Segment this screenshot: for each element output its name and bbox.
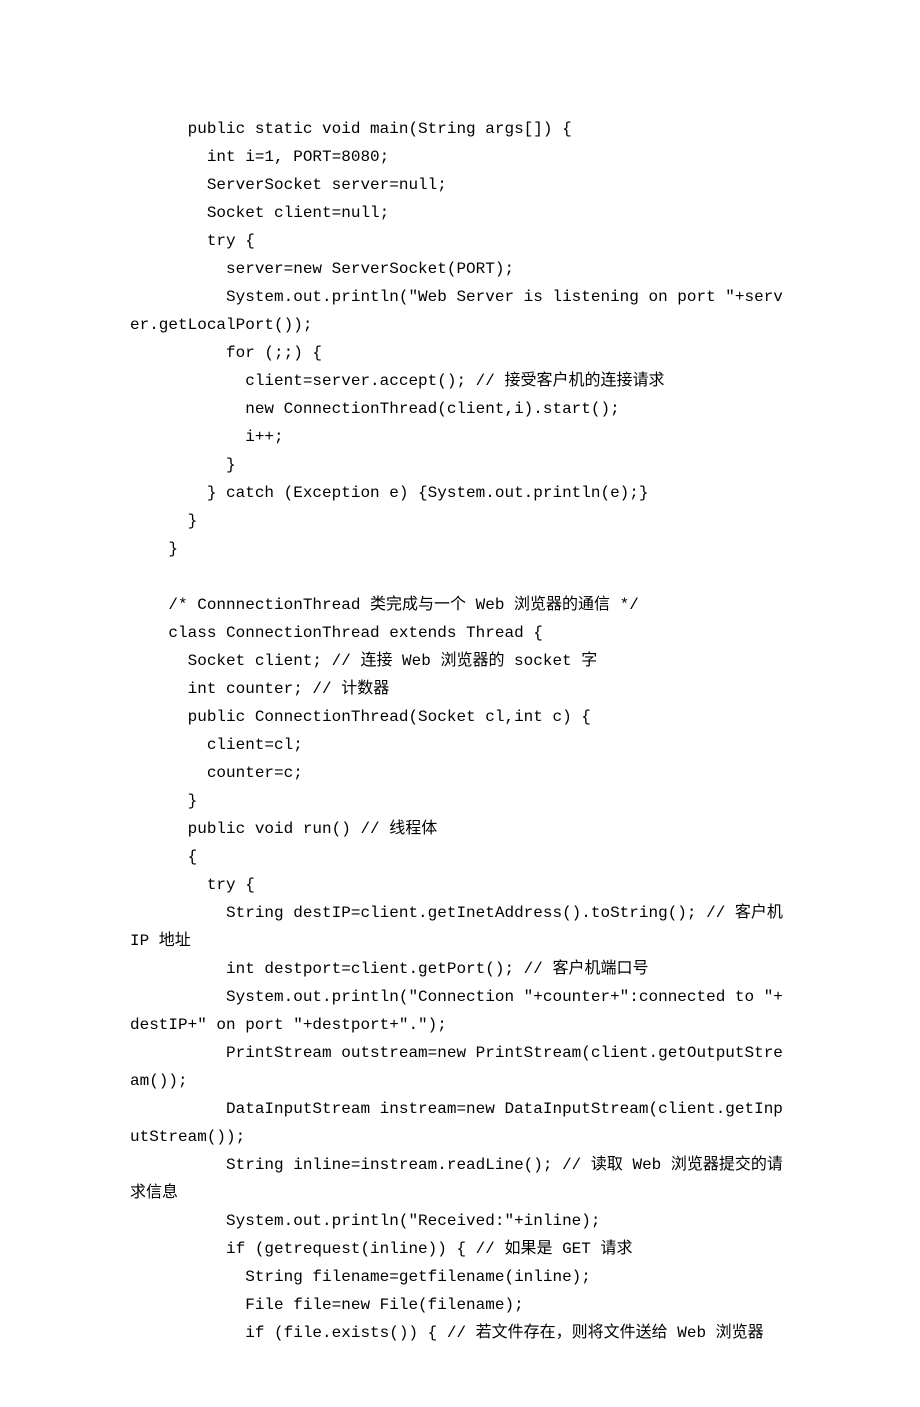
code-document: public static void main(String args[]) {…: [0, 0, 920, 1407]
code-content: public static void main(String args[]) {…: [130, 120, 783, 1342]
